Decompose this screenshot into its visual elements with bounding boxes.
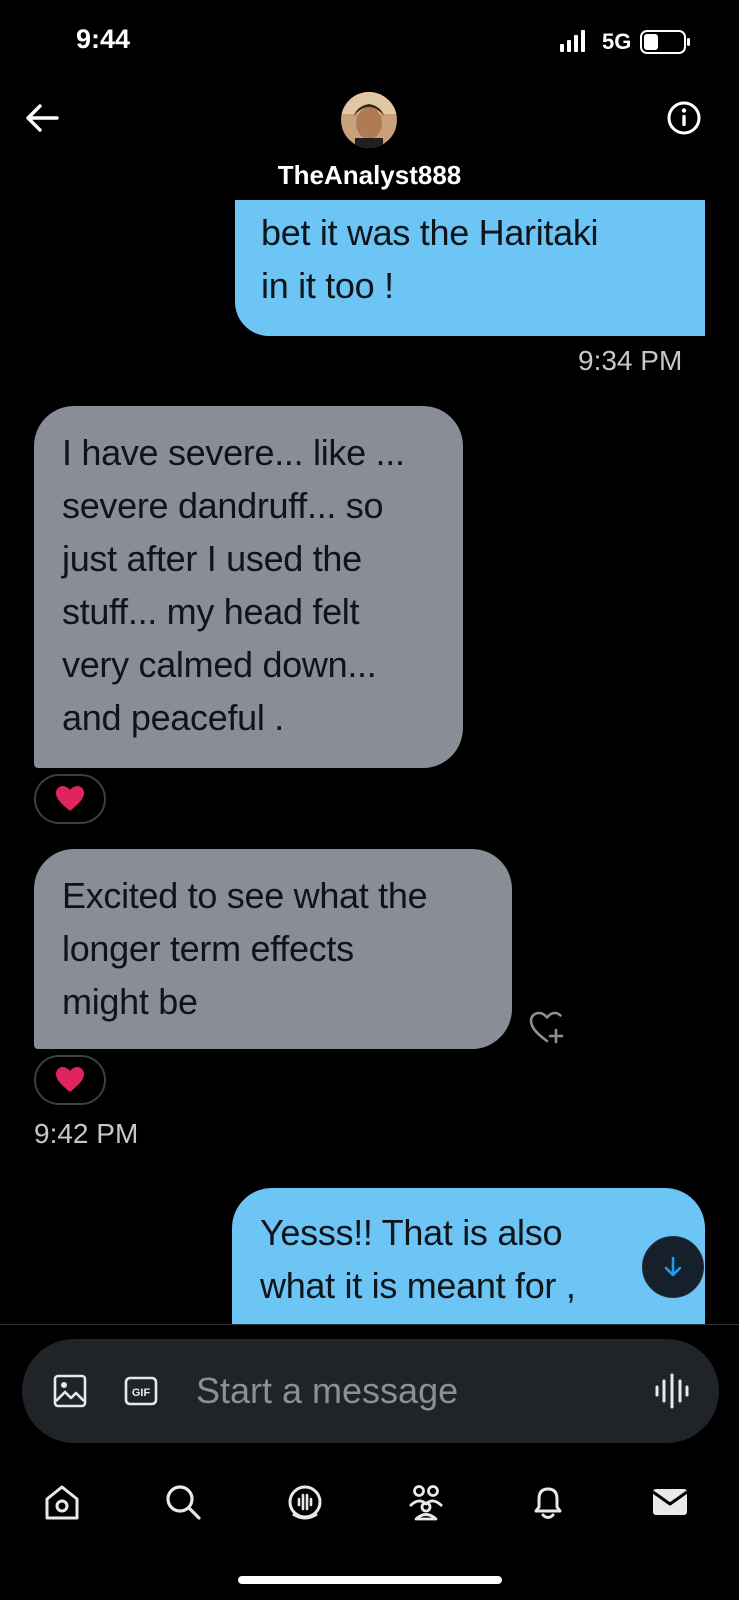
info-button[interactable] [662, 96, 706, 140]
message-text: bet it was the Haritaki in it too ! [261, 212, 599, 306]
received-message-bubble[interactable]: Excited to see what the longer term effe… [34, 849, 512, 1049]
message-timestamp: 9:34 PM [578, 345, 683, 376]
message-text: Yesss!! That is also what it is meant fo… [260, 1212, 576, 1306]
battery-icon [640, 30, 690, 54]
nav-spaces[interactable] [283, 1480, 327, 1524]
arrow-down-icon [664, 1256, 682, 1277]
arrow-left-icon [26, 104, 59, 132]
network-label: 5G [602, 29, 632, 54]
search-icon [166, 1485, 201, 1520]
signal-icon [560, 30, 585, 52]
heart-icon [56, 1067, 84, 1092]
nav-home[interactable] [40, 1480, 84, 1524]
gif-label: GIF [132, 1387, 151, 1399]
avatar[interactable] [341, 92, 397, 148]
nav-notifications[interactable] [526, 1480, 570, 1524]
conversation-username[interactable]: TheAnalyst888 [0, 160, 739, 191]
status-time: 9:44 [76, 24, 131, 54]
home-indicator [238, 1576, 502, 1584]
nav-communities[interactable] [404, 1480, 448, 1524]
bottom-nav [0, 1470, 739, 1550]
message-input[interactable] [196, 1363, 616, 1419]
notifications-icon [534, 1487, 562, 1519]
info-circle-icon [667, 101, 701, 135]
sent-message-bubble[interactable]: bet it was the Haritaki in it too ! [235, 200, 705, 336]
heart-reaction[interactable] [34, 1055, 106, 1105]
sent-message-bubble[interactable]: Yesss!! That is also what it is meant fo… [232, 1188, 705, 1324]
heart-reaction[interactable] [34, 774, 106, 824]
nav-search[interactable] [161, 1480, 205, 1524]
spaces-icon [288, 1485, 322, 1520]
add-reaction-button[interactable] [528, 1010, 566, 1046]
back-button[interactable] [20, 96, 64, 140]
communities-icon [409, 1485, 443, 1521]
conversation-header: TheAnalyst888 [0, 80, 739, 200]
message-timestamp: 9:42 PM [34, 1118, 139, 1149]
composer-divider [0, 1324, 739, 1325]
voice-wave-icon[interactable] [652, 1371, 692, 1411]
message-text: Excited to see what the longer term effe… [62, 875, 428, 1022]
gif-icon: GIF [124, 1376, 158, 1406]
status-bar: 9:44 5G [0, 0, 739, 80]
nav-messages[interactable] [648, 1480, 692, 1524]
received-message-bubble[interactable]: I have severe... like ... severe dandruf… [34, 406, 463, 768]
message-text: I have severe... like ... severe dandruf… [62, 432, 405, 738]
scroll-down-button[interactable] [642, 1236, 704, 1298]
home-icon [45, 1485, 79, 1520]
message-list[interactable]: bet it was the Haritaki in it too ! 9:34… [0, 200, 739, 1324]
message-composer: GIF [22, 1339, 719, 1443]
heart-icon [56, 786, 84, 811]
image-icon[interactable] [52, 1373, 88, 1409]
avatar-image [341, 92, 397, 148]
messages-icon [652, 1489, 688, 1515]
gif-button[interactable]: GIF [124, 1375, 158, 1407]
